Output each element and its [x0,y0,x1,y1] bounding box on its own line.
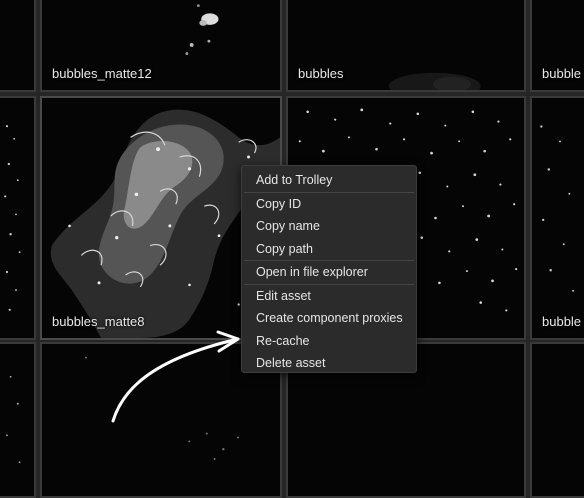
asset-tile[interactable] [0,342,36,498]
menu-item-copy-name[interactable]: Copy name [242,215,416,238]
menu-item-copy-id[interactable]: Copy ID [242,193,416,216]
menu-item-open-in-file-explorer[interactable]: Open in file explorer [242,261,416,284]
asset-thumbnail [4,125,21,311]
asset-label: bubbles [298,66,344,81]
context-menu: Add to Trolley Copy ID Copy name Copy pa… [241,165,417,373]
asset-label: bubbles_matte8 [52,314,145,329]
asset-label: bubble [542,66,582,81]
asset-tile[interactable]: bubbles_matte12 [40,0,282,92]
asset-label: bubble [542,314,582,329]
menu-item-add-to-trolley[interactable]: Add to Trolley [242,169,416,192]
asset-tile[interactable]: bubbles [286,0,526,92]
menu-item-copy-path[interactable]: Copy path [242,238,416,261]
menu-item-create-component-proxies[interactable]: Create component proxies [242,307,416,330]
asset-label: bubbles_matte12 [52,66,152,81]
asset-thumbnail [540,125,574,292]
asset-thumbnail [6,375,21,464]
menu-item-re-cache[interactable]: Re-cache [242,330,416,353]
menu-item-edit-asset[interactable]: Edit asset [242,285,416,308]
asset-tile[interactable]: bubble [530,0,584,92]
asset-tile[interactable]: bubble [530,96,584,340]
asset-tile[interactable] [0,0,36,92]
asset-tile[interactable] [530,342,584,498]
asset-tile[interactable] [0,96,36,340]
menu-item-delete-asset[interactable]: Delete asset [242,352,416,375]
